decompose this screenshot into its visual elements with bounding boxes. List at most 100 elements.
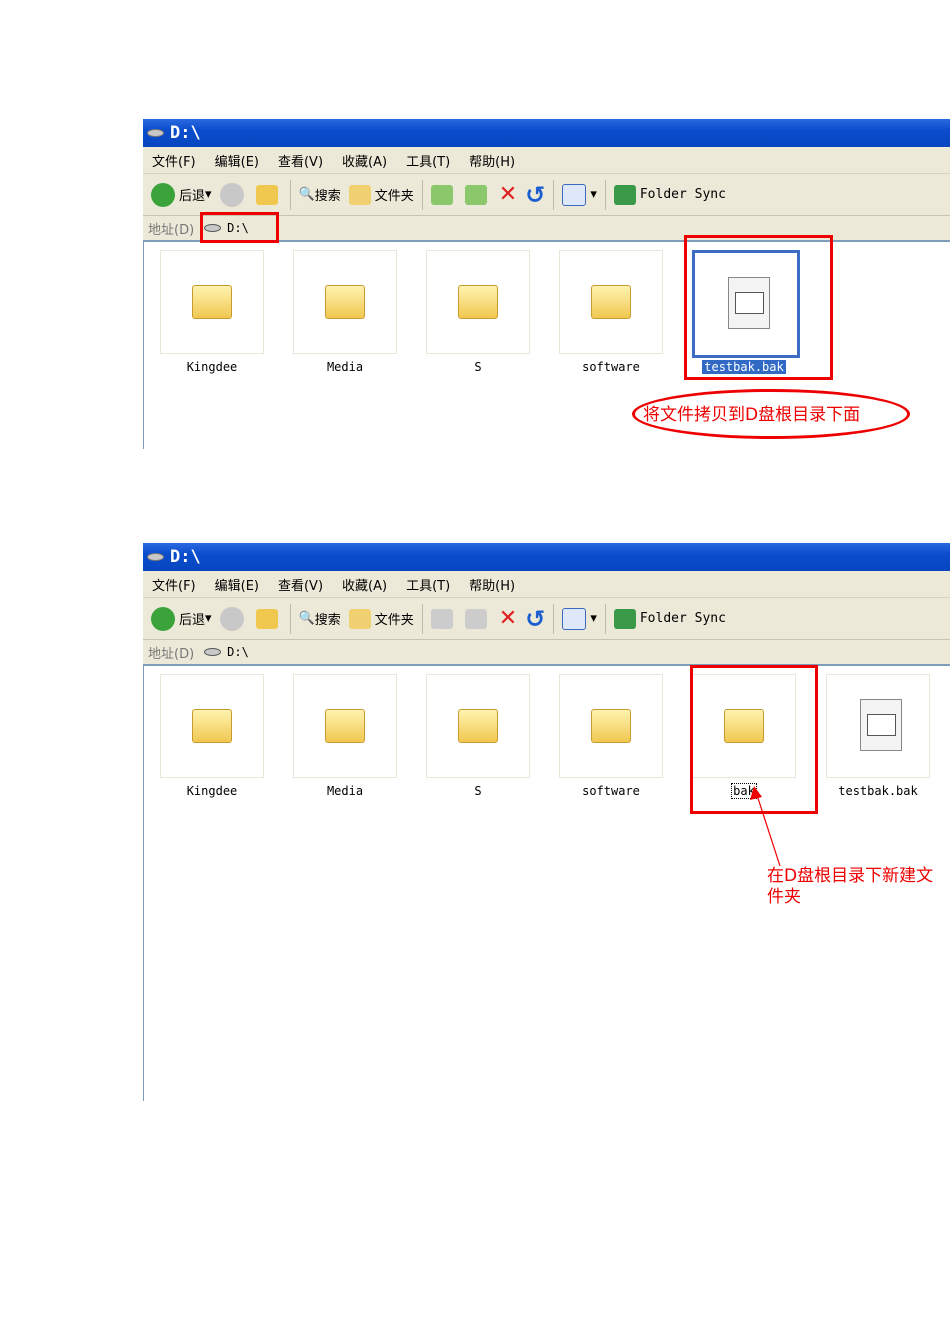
- folder-icon: [325, 709, 365, 743]
- file-window-glyph: [867, 714, 896, 736]
- up-folder-icon: [255, 184, 278, 205]
- dropdown-arrow-icon[interactable]: ▾: [205, 611, 212, 626]
- folder-item[interactable]: [160, 674, 264, 778]
- item-label: Media: [280, 784, 410, 798]
- forward-arrow-icon: [219, 182, 244, 207]
- views-button[interactable]: ▾: [562, 607, 597, 630]
- document-page: D:\ 文件(F) 编辑(E) 查看(V) 收藏(A) 工具(T) 帮助(H) 后退 ▾ 🔍 搜索…: [0, 0, 950, 1344]
- item-name[interactable]: software: [582, 784, 640, 798]
- forward-button[interactable]: [219, 182, 248, 207]
- folder-icon: [348, 184, 371, 205]
- folder-icon: [458, 285, 498, 319]
- folder-icon: [325, 285, 365, 319]
- dropdown-arrow-icon: ▾: [590, 187, 597, 202]
- menu-item[interactable]: 编辑(E): [215, 151, 259, 170]
- search-button[interactable]: 🔍 搜索: [299, 185, 341, 204]
- file-item[interactable]: [826, 674, 930, 778]
- up-folder-button[interactable]: [255, 184, 282, 205]
- menu-item[interactable]: 编辑(E): [215, 575, 259, 594]
- forward-button[interactable]: [219, 606, 248, 631]
- folder-icon: [348, 608, 371, 629]
- highlight-box: [200, 212, 279, 243]
- address-value: D:\: [227, 645, 249, 659]
- search-icon: 🔍: [298, 187, 315, 202]
- dropdown-arrow-icon[interactable]: ▾: [205, 187, 212, 202]
- toolbar: 后退 ▾ 🔍 搜索 文件夹 ✕ ↺ ▾ Folder Sync: [143, 174, 950, 216]
- folder-sync-button[interactable]: Folder Sync: [613, 184, 726, 205]
- delete-button[interactable]: ✕: [499, 182, 517, 207]
- up-folder-icon: [255, 608, 278, 629]
- menu-item[interactable]: 文件(F): [152, 151, 196, 170]
- item-name[interactable]: Kingdee: [187, 360, 238, 374]
- undo-button[interactable]: ↺: [525, 181, 545, 209]
- delete-icon: ✕: [498, 606, 518, 631]
- folder-icon: [192, 285, 232, 319]
- folder-item[interactable]: [293, 674, 397, 778]
- annotation-text: 将文件拷贝到D盘根目录下面: [643, 405, 861, 425]
- folder-icon: [591, 285, 631, 319]
- menu-item[interactable]: 工具(T): [406, 575, 450, 594]
- toolbar-separator: [553, 603, 555, 634]
- menu-item[interactable]: 文件(F): [152, 575, 196, 594]
- folder-item[interactable]: [293, 250, 397, 354]
- item-label: S: [413, 360, 543, 374]
- drive-icon: [147, 553, 164, 561]
- folder-item[interactable]: [559, 674, 663, 778]
- item-name[interactable]: S: [474, 360, 481, 374]
- search-button[interactable]: 🔍 搜索: [299, 609, 341, 628]
- item-label: testbak.bak: [813, 784, 943, 798]
- undo-icon: ↺: [525, 180, 546, 209]
- forward-arrow-icon: [219, 606, 244, 631]
- move-to-icon: [430, 184, 453, 205]
- menu-item[interactable]: 帮助(H): [469, 575, 515, 594]
- folder-sync-button[interactable]: Folder Sync: [613, 608, 726, 629]
- item-name[interactable]: Media: [327, 784, 363, 798]
- address-label: 地址(D): [148, 646, 195, 662]
- delete-button[interactable]: ✕: [499, 606, 517, 631]
- item-name[interactable]: S: [474, 784, 481, 798]
- move-to-button[interactable]: [430, 184, 457, 205]
- undo-button[interactable]: ↺: [525, 605, 545, 633]
- copy-to-icon: [464, 184, 487, 205]
- folders-button[interactable]: 文件夹: [348, 184, 414, 205]
- item-name[interactable]: Kingdee: [187, 784, 238, 798]
- address-input[interactable]: D:\: [204, 645, 249, 659]
- menu-item[interactable]: 查看(V): [278, 151, 323, 170]
- menu-item[interactable]: 收藏(A): [342, 151, 387, 170]
- menu-item[interactable]: 工具(T): [406, 151, 450, 170]
- folders-button[interactable]: 文件夹: [348, 608, 414, 629]
- menu-item[interactable]: 查看(V): [278, 575, 323, 594]
- folder-sync-label: Folder Sync: [639, 611, 726, 626]
- toolbar-separator: [289, 603, 291, 634]
- move-to-icon: [430, 608, 453, 629]
- copy-to-button[interactable]: [464, 184, 491, 205]
- views-button[interactable]: ▾: [562, 183, 597, 206]
- back-button[interactable]: 后退 ▾: [151, 606, 212, 631]
- folders-label: 文件夹: [374, 613, 414, 628]
- folder-icon: [458, 709, 498, 743]
- folder-item[interactable]: [559, 250, 663, 354]
- back-button[interactable]: 后退 ▾: [151, 182, 212, 207]
- folder-icon: [192, 709, 232, 743]
- address-bar: 地址(D) D:\: [143, 640, 950, 666]
- search-label: 搜索: [314, 189, 341, 204]
- copy-to-button[interactable]: [464, 608, 491, 629]
- item-name[interactable]: testbak.bak: [838, 784, 917, 798]
- folder-sync-label: Folder Sync: [639, 187, 726, 202]
- undo-icon: ↺: [525, 604, 546, 633]
- title-bar: D:\: [143, 119, 950, 147]
- folder-item[interactable]: [426, 674, 530, 778]
- item-name[interactable]: Media: [327, 360, 363, 374]
- toolbar-separator: [289, 179, 291, 210]
- folder-item[interactable]: [426, 250, 530, 354]
- title-bar: D:\: [143, 543, 950, 571]
- toolbar-separator: [421, 179, 423, 210]
- menu-item[interactable]: 收藏(A): [342, 575, 387, 594]
- bak-file-icon: [860, 699, 902, 751]
- item-name[interactable]: software: [582, 360, 640, 374]
- folder-item[interactable]: [160, 250, 264, 354]
- move-to-button[interactable]: [430, 608, 457, 629]
- menu-item[interactable]: 帮助(H): [469, 151, 515, 170]
- up-folder-button[interactable]: [255, 608, 282, 629]
- back-label: 后退: [179, 189, 206, 204]
